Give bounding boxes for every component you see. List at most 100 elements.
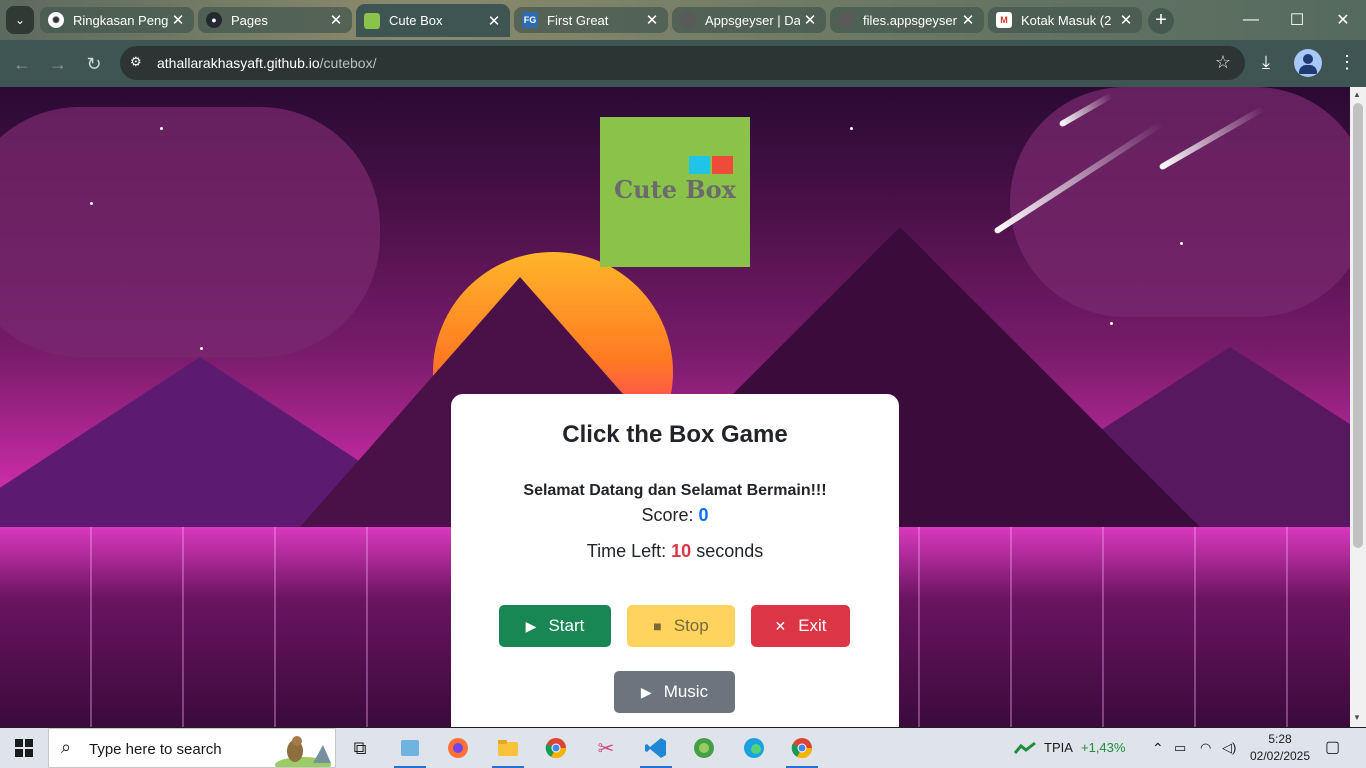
address-bar[interactable]: ⚙ athallarakhasyaft.github.io/cutebox/ ☆ (120, 46, 1245, 80)
game-title: Click the Box Game (562, 421, 788, 448)
chrome-icon (545, 738, 567, 759)
scroll-down-icon[interactable]: ▼ (1353, 713, 1361, 722)
back-button[interactable]: ← (9, 51, 35, 77)
play-icon: ▶ (525, 617, 537, 634)
stop-icon: ■ (653, 618, 662, 634)
fg-icon: FG (522, 12, 538, 28)
openai-icon: ✺ (48, 12, 64, 28)
welcome-message: Selamat Datang dan Selamat Bermain!!! (523, 482, 827, 499)
game-card: Click the Box Game Selamat Datang dan Se… (451, 394, 899, 727)
search-highlight-art (275, 736, 331, 767)
background-star (850, 127, 853, 130)
reload-icon: ↻ (86, 53, 102, 74)
scroll-up-icon[interactable]: ▲ (1353, 90, 1361, 99)
close-icon[interactable]: ✕ (800, 11, 820, 29)
taskbar-clock[interactable]: 5:28 02/02/2025 (1248, 731, 1312, 765)
task-view-icon: ⧉ (353, 737, 367, 758)
arrow-right-icon: → (49, 53, 67, 74)
github-icon: ● (206, 12, 222, 28)
taskbar-app-snipping[interactable]: ✂ (582, 728, 630, 768)
taskbar-app-green[interactable] (680, 728, 728, 768)
close-icon[interactable]: ✕ (958, 11, 978, 29)
music-button[interactable]: ▶ Music (614, 671, 735, 713)
time-left-display: Time Left: 10 seconds (586, 541, 764, 561)
tab-appsgeyser[interactable]: Appsgeyser | Da ✕ (672, 7, 826, 33)
close-icon[interactable]: ✕ (484, 12, 504, 30)
page-scrollbar[interactable]: ▲ ▼ (1350, 87, 1366, 727)
close-icon: ✕ (774, 617, 787, 634)
volume-icon[interactable]: ◁) (1222, 740, 1236, 756)
cutebox-icon (364, 12, 380, 29)
download-icon[interactable]: ⤓ (1262, 52, 1270, 73)
app-icon (694, 738, 714, 758)
cute-box-logo: Cute Box (600, 117, 750, 267)
battery-icon[interactable]: ▭ (1174, 740, 1186, 756)
reload-button[interactable]: ↻ (81, 51, 107, 77)
close-window-button[interactable]: ✕ (1320, 0, 1366, 40)
minimize-icon: — (1243, 11, 1259, 28)
background-star (90, 202, 93, 205)
tab-strip: ⌄ ✺ Ringkasan Penga ✕ ● Pages ✕ Cute Box… (0, 0, 1366, 40)
chevron-down-icon: ⌄ (14, 13, 26, 27)
close-icon[interactable]: ✕ (642, 11, 662, 29)
appsgeyser-icon (680, 12, 696, 28)
gmail-icon: M (996, 12, 1012, 28)
exit-button[interactable]: ✕ Exit (751, 605, 850, 647)
tab-cute-box[interactable]: Cute Box ✕ (356, 4, 510, 37)
taskbar-app-chrome[interactable] (532, 728, 580, 768)
taskbar-search-box[interactable]: ⌕ Type here to search (48, 728, 336, 768)
edge-icon (744, 738, 764, 758)
start-button[interactable]: ▶ Start (499, 605, 611, 647)
taskbar-app-edge[interactable] (730, 728, 778, 768)
close-icon[interactable]: ✕ (168, 11, 188, 29)
taskbar-app-file-explorer[interactable] (484, 728, 532, 768)
stock-name[interactable]: TPIA (1044, 740, 1073, 755)
close-icon[interactable]: ✕ (1116, 11, 1136, 29)
stock-trend-icon (1014, 741, 1036, 754)
maximize-button[interactable]: ☐ (1274, 0, 1320, 40)
chevron-up-icon[interactable]: ⌃ (1152, 740, 1164, 757)
play-icon: ▶ (640, 683, 652, 700)
forward-button[interactable]: → (45, 51, 71, 77)
score-value: 0 (698, 505, 709, 525)
minimize-button[interactable]: — (1228, 0, 1274, 40)
more-menu-icon[interactable]: ⋮ (1338, 52, 1356, 73)
vscode-icon (645, 738, 666, 758)
notification-icon[interactable]: ▢ (1325, 737, 1340, 757)
background-star (1180, 242, 1183, 245)
tab-pages[interactable]: ● Pages ✕ (198, 7, 352, 33)
search-icon: ⌕ (61, 737, 72, 757)
plus-icon: + (1155, 9, 1167, 31)
background-star (1110, 322, 1113, 325)
tab-ringkasan[interactable]: ✺ Ringkasan Penga ✕ (40, 7, 194, 33)
time-left-value: 10 (671, 541, 692, 561)
taskbar-app-vscode[interactable] (632, 728, 680, 768)
taskbar-app-chrome-active[interactable] (778, 728, 826, 768)
maximize-icon: ☐ (1289, 12, 1305, 29)
new-tab-button[interactable]: + (1148, 8, 1174, 34)
taskbar-app-files[interactable] (386, 728, 434, 768)
close-icon[interactable]: ✕ (326, 11, 346, 29)
url-text[interactable]: athallarakhasyaft.github.io/cutebox/ (157, 55, 377, 71)
windows-taskbar: ⌕ Type here to search ⧉ ✂ TPIA +1,43% ⌃ … (0, 728, 1366, 768)
tab-kotak-masuk[interactable]: M Kotak Masuk (2 ✕ (988, 7, 1142, 33)
taskbar-app-firefox[interactable] (434, 728, 482, 768)
background-star (160, 127, 163, 130)
bookmark-star-icon[interactable]: ☆ (1215, 52, 1231, 73)
page-viewport: Cute Box Click the Box Game Selamat Data… (0, 87, 1350, 727)
scrollbar-thumb[interactable] (1353, 103, 1363, 548)
folder-icon (498, 740, 518, 756)
tab-search-button[interactable]: ⌄ (6, 6, 34, 34)
windows-start-icon[interactable] (15, 739, 33, 757)
task-view-button[interactable]: ⧉ (336, 728, 384, 768)
wifi-icon[interactable]: ◠ (1200, 740, 1211, 756)
profile-avatar[interactable] (1294, 49, 1322, 77)
site-info-icon[interactable]: ⚙ (130, 54, 148, 72)
arrow-left-icon: ← (13, 53, 31, 74)
background-star (200, 347, 203, 350)
tab-first-great[interactable]: FG First Great ✕ (514, 7, 668, 33)
tab-files-appsgeyser[interactable]: files.appsgeyser ✕ (830, 7, 984, 33)
stop-button[interactable]: ■ Stop (627, 605, 735, 647)
stock-change[interactable]: +1,43% (1081, 740, 1125, 755)
scissors-icon: ✂ (597, 737, 615, 760)
